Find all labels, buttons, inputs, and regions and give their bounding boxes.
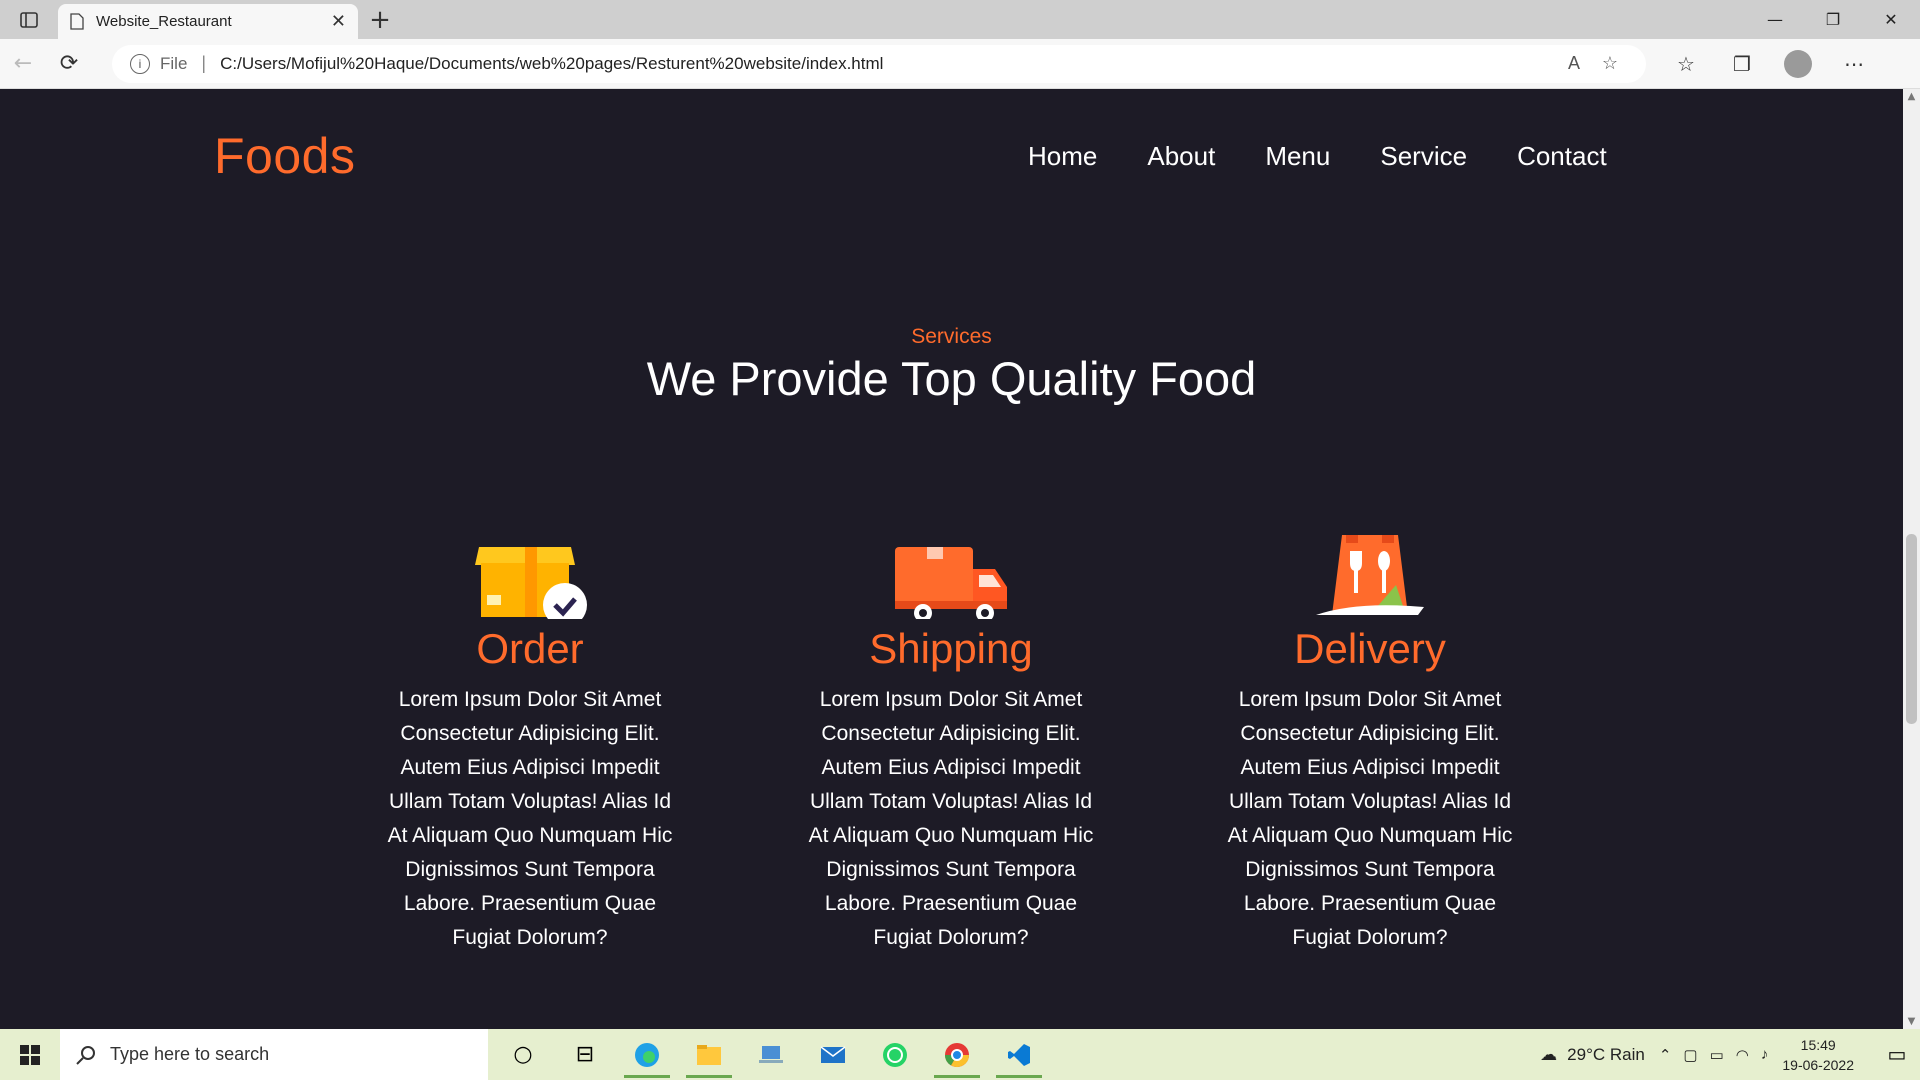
profile-button[interactable]: [1770, 42, 1826, 86]
nav-service[interactable]: Service: [1380, 141, 1467, 172]
browser-tab[interactable]: Website_Restaurant ✕: [58, 4, 358, 39]
tab-title: Website_Restaurant: [96, 13, 232, 30]
url-text[interactable]: C:/Users/Mofijul%20Haque/Documents/web%2…: [220, 54, 1556, 74]
read-aloud-icon[interactable]: A: [1556, 53, 1592, 74]
nav-about[interactable]: About: [1147, 141, 1215, 172]
nav-menu[interactable]: Menu: [1265, 141, 1330, 172]
toolbar-icons: ☆ ❐ ⋯: [1658, 42, 1882, 86]
cortana-icon[interactable]: ○: [492, 1029, 554, 1080]
tray-icons: ⌃ ▢ ▭ ◠ ♪: [1659, 1046, 1769, 1064]
taskbar-apps: ○ ⊟: [492, 1029, 1050, 1080]
close-window-button[interactable]: ✕: [1862, 0, 1920, 39]
reload-button[interactable]: ⟳: [46, 41, 92, 87]
weather-widget[interactable]: ☁ 29°C Rain: [1540, 1045, 1645, 1065]
clock-date: 19-06-2022: [1782, 1056, 1854, 1073]
tab-close-icon[interactable]: ✕: [331, 11, 346, 32]
weather-text: 29°C Rain: [1567, 1044, 1645, 1064]
collections-icon[interactable]: ❐: [1714, 42, 1770, 86]
address-bar[interactable]: i File | C:/Users/Mofijul%20Haque/Docume…: [112, 44, 1646, 83]
section-title: We Provide Top Quality Food: [646, 352, 1257, 405]
wifi-icon[interactable]: ◠: [1736, 1046, 1749, 1064]
restore-button[interactable]: ❐: [1804, 0, 1862, 39]
tab-actions-button[interactable]: [0, 0, 58, 39]
laptop-app-icon[interactable]: [740, 1029, 802, 1080]
start-button[interactable]: [0, 1029, 60, 1080]
card-title: Order: [476, 625, 584, 672]
favorites-icon[interactable]: ☆: [1658, 42, 1714, 86]
vscode-icon[interactable]: [988, 1029, 1050, 1080]
service-card-shipping: Shipping Lorem Ipsum Dolor Sit Amet Cons…: [791, 529, 1111, 955]
site-logo[interactable]: Foods: [214, 127, 355, 185]
meet-now-icon[interactable]: ▢: [1683, 1046, 1697, 1064]
battery-icon[interactable]: ▭: [1710, 1046, 1724, 1064]
page-viewport: Foods Home About Menu Service Contact Se…: [0, 89, 1903, 1029]
search-placeholder: Type here to search: [110, 1044, 270, 1064]
minimize-button[interactable]: —: [1746, 0, 1804, 39]
more-menu-icon[interactable]: ⋯: [1826, 42, 1882, 86]
url-separator: |: [201, 53, 207, 73]
avatar: [1784, 49, 1812, 78]
card-text: Lorem Ipsum Dolor Sit Amet Consectetur A…: [387, 688, 673, 949]
task-view-icon[interactable]: ⊟: [554, 1029, 616, 1080]
new-tab-button[interactable]: +: [358, 0, 402, 39]
page-scrollbar[interactable]: ▲ ▼: [1903, 89, 1920, 1029]
box-check-icon: [370, 529, 690, 619]
add-favorite-icon[interactable]: ☆: [1592, 53, 1628, 74]
scrollbar-thumb[interactable]: [1906, 534, 1917, 724]
truck-icon: [791, 529, 1111, 619]
service-card-order: Order Lorem Ipsum Dolor Sit Amet Consect…: [370, 529, 690, 955]
taskbar-clock[interactable]: 15:49 19-06-2022: [1782, 1035, 1854, 1075]
volume-icon[interactable]: ♪: [1761, 1046, 1769, 1064]
card-text: Lorem Ipsum Dolor Sit Amet Consectetur A…: [1227, 688, 1513, 949]
windows-icon: [20, 1044, 40, 1065]
browser-tab-strip: Website_Restaurant ✕ + — ❐ ✕: [0, 0, 1920, 39]
notification-icon[interactable]: ▭: [1874, 1042, 1920, 1067]
card-text: Lorem Ipsum Dolor Sit Amet Consectetur A…: [808, 688, 1094, 949]
windows-taskbar: Type here to search ○ ⊟ ☁ 29°C Rain ⌃ ▢ …: [0, 1029, 1920, 1080]
nav-contact[interactable]: Contact: [1517, 141, 1607, 172]
window-controls: — ❐ ✕: [1746, 0, 1920, 39]
scroll-down-icon[interactable]: ▼: [1903, 1016, 1920, 1027]
section-subtitle: Services: [911, 325, 992, 348]
file-explorer-icon[interactable]: [678, 1029, 740, 1080]
chevron-up-icon[interactable]: ⌃: [1659, 1046, 1672, 1064]
scroll-up-icon[interactable]: ▲: [1903, 91, 1920, 102]
search-icon: [76, 1045, 95, 1065]
nav-home[interactable]: Home: [1028, 141, 1097, 172]
back-button[interactable]: ←: [0, 41, 46, 87]
edge-browser-icon[interactable]: [616, 1029, 678, 1080]
system-tray: ☁ 29°C Rain ⌃ ▢ ▭ ◠ ♪ 15:49 19-06-2022 ▭: [1540, 1029, 1920, 1080]
address-bar-row: ← ⟳ i File | C:/Users/Mofijul%20Haque/Do…: [0, 39, 1920, 89]
taskbar-search[interactable]: Type here to search: [60, 1029, 488, 1080]
url-protocol: File: [160, 53, 188, 73]
card-title: Shipping: [869, 625, 1033, 672]
service-card-delivery: Delivery Lorem Ipsum Dolor Sit Amet Cons…: [1210, 529, 1530, 955]
site-nav: Home About Menu Service Contact: [1028, 141, 1607, 172]
whatsapp-icon[interactable]: [864, 1029, 926, 1080]
clock-time: 15:49: [1800, 1036, 1836, 1053]
food-bag-icon: [1210, 529, 1530, 619]
mail-icon[interactable]: [802, 1029, 864, 1080]
card-title: Delivery: [1294, 625, 1446, 672]
chrome-icon[interactable]: [926, 1029, 988, 1080]
tab-actions-icon: [20, 11, 38, 28]
weather-icon: ☁: [1540, 1044, 1558, 1064]
info-icon[interactable]: i: [130, 53, 150, 74]
page-icon: [70, 13, 84, 30]
